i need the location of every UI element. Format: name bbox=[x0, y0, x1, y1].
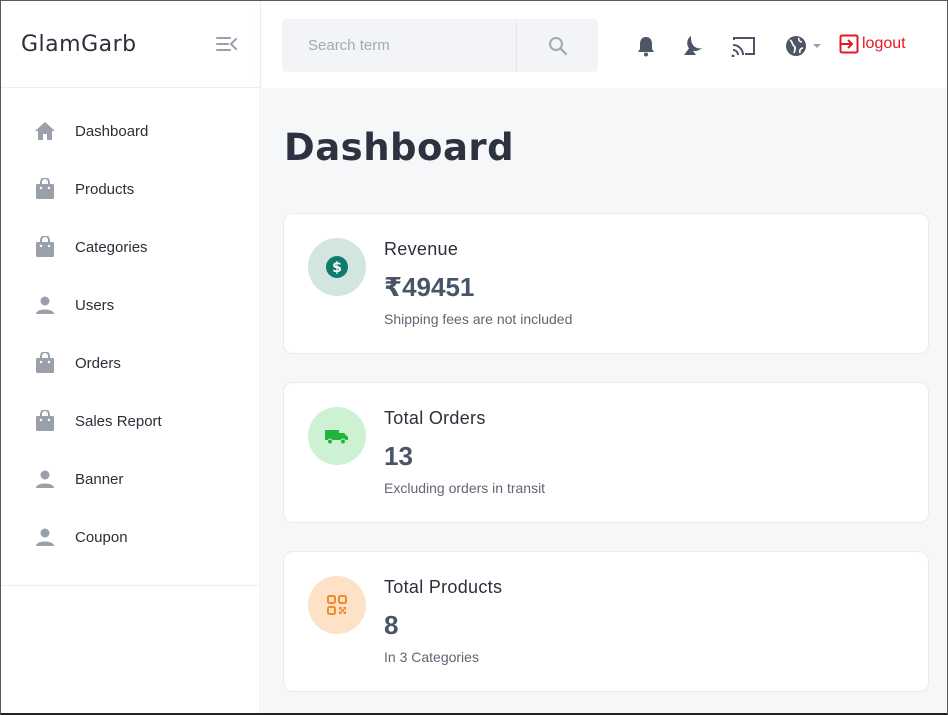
card-title: Revenue bbox=[384, 239, 459, 259]
chevron-down-icon bbox=[813, 44, 821, 48]
sidebar-item-label: Banner bbox=[75, 470, 124, 488]
home-icon bbox=[34, 120, 56, 142]
sidebar-item-label: Coupon bbox=[75, 528, 128, 546]
bag-icon bbox=[34, 410, 56, 432]
bag-icon bbox=[34, 352, 56, 374]
sidebar-item-dashboard[interactable]: Dashboard bbox=[1, 102, 260, 160]
card-value: 8 bbox=[384, 610, 399, 640]
logout-label: logout bbox=[862, 35, 906, 52]
qr-icon bbox=[327, 595, 347, 615]
notifications-button[interactable] bbox=[632, 32, 660, 60]
products-icon-circle bbox=[308, 576, 366, 634]
card-title: Total Products bbox=[384, 577, 503, 597]
language-selector[interactable] bbox=[782, 32, 824, 60]
menu-collapse-icon[interactable] bbox=[216, 35, 238, 53]
user-icon bbox=[34, 294, 56, 316]
brand-bar: GlamGarb bbox=[1, 1, 260, 88]
card-note: Shipping fees are not included bbox=[384, 311, 573, 327]
brand-logo[interactable]: GlamGarb bbox=[21, 32, 137, 57]
sidebar-item-categories[interactable]: Categories bbox=[1, 218, 260, 276]
card-note: Excluding orders in transit bbox=[384, 480, 546, 496]
revenue-icon-circle: $ bbox=[308, 238, 366, 296]
sidebar-item-sales-report[interactable]: Sales Report bbox=[1, 392, 260, 450]
logout-icon bbox=[839, 34, 859, 54]
main-content: Dashboard $ Revenue ₹49451 Shipping fees… bbox=[262, 88, 947, 713]
sidebar-item-label: Categories bbox=[75, 238, 148, 256]
sidebar-item-users[interactable]: Users bbox=[1, 276, 260, 334]
truck-icon bbox=[325, 430, 348, 445]
dollar-icon: $ bbox=[326, 256, 348, 278]
sidebar-item-orders[interactable]: Orders bbox=[1, 334, 260, 392]
sidebar-item-label: Orders bbox=[75, 354, 121, 372]
user-icon bbox=[34, 468, 56, 490]
orders-card: Total Orders 13 Excluding orders in tran… bbox=[283, 382, 929, 523]
cast-icon bbox=[731, 37, 755, 57]
logout-button[interactable]: logout bbox=[839, 34, 906, 54]
moon-icon bbox=[684, 36, 702, 55]
sidebar-item-label: Users bbox=[75, 296, 115, 314]
card-note: In 3 Categories bbox=[384, 649, 479, 665]
sidebar-item-label: Sales Report bbox=[75, 412, 162, 430]
sidebar-nav: Dashboard Products Categories Users Orde… bbox=[1, 88, 260, 586]
sidebar-item-label: Dashboard bbox=[75, 122, 149, 140]
orders-icon-circle bbox=[308, 407, 366, 465]
sidebar: GlamGarb Dashboard Products Categories U… bbox=[1, 1, 261, 713]
sidebar-item-coupon[interactable]: Coupon bbox=[1, 508, 260, 566]
app-window: GlamGarb Dashboard Products Categories U… bbox=[0, 0, 948, 715]
svg-text:$: $ bbox=[332, 260, 342, 276]
revenue-card: $ Revenue ₹49451 Shipping fees are not i… bbox=[283, 213, 929, 354]
search-button[interactable] bbox=[516, 19, 598, 72]
bell-icon bbox=[638, 37, 654, 57]
bag-icon bbox=[34, 236, 56, 258]
card-value: ₹49451 bbox=[384, 272, 475, 302]
card-title: Total Orders bbox=[384, 408, 486, 428]
card-value: 13 bbox=[384, 441, 413, 471]
sidebar-item-products[interactable]: Products bbox=[1, 160, 260, 218]
cast-button[interactable] bbox=[730, 32, 758, 60]
search-input[interactable] bbox=[282, 19, 516, 72]
search-icon bbox=[548, 36, 567, 55]
sidebar-item-banner[interactable]: Banner bbox=[1, 450, 260, 508]
user-icon bbox=[34, 526, 56, 548]
search-box bbox=[282, 19, 598, 72]
globe-icon bbox=[786, 36, 806, 56]
bag-icon bbox=[34, 178, 56, 200]
theme-toggle-button[interactable] bbox=[680, 32, 708, 60]
products-card: Total Products 8 In 3 Categories bbox=[283, 551, 929, 692]
topbar: logout bbox=[262, 1, 947, 88]
page-title: Dashboard bbox=[284, 126, 515, 169]
sidebar-item-label: Products bbox=[75, 180, 135, 198]
